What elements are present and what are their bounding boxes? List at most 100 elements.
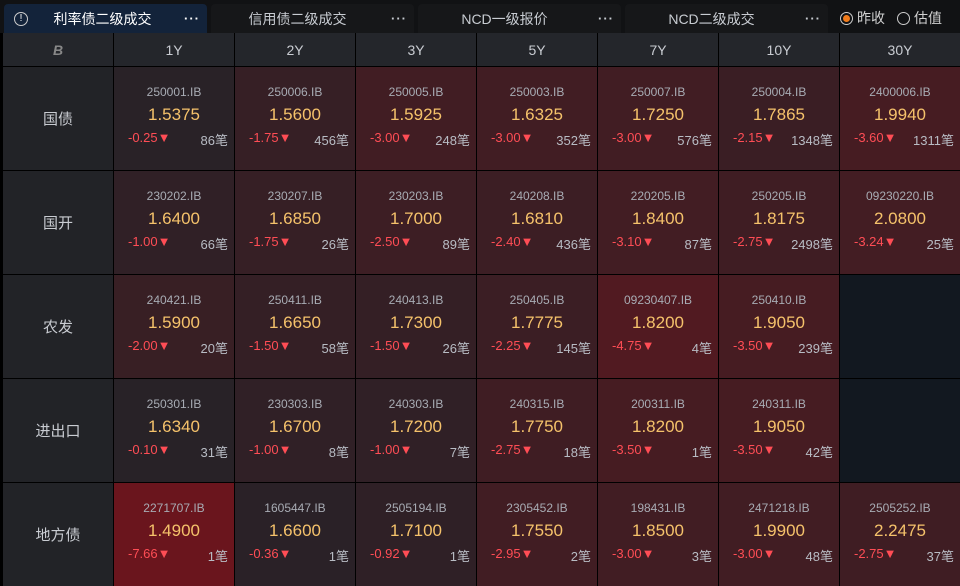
bond-cell[interactable]: 2505252.IB 2.2475 -2.75▼ 37笔 [840, 483, 960, 586]
bond-yield: 1.7100 [390, 521, 442, 540]
bond-cell[interactable]: 2471218.IB 1.9900 -3.00▼ 48笔 [719, 483, 839, 586]
bond-cell[interactable]: 240311.IB 1.9050 -3.50▼ 42笔 [719, 379, 839, 482]
bond-cell[interactable]: 250004.IB 1.7865 -2.15▼ 1348笔 [719, 67, 839, 170]
trade-count: 42笔 [805, 445, 833, 460]
yield-change-bp: -3.24▼ [854, 234, 897, 249]
bond-code: 240421.IB [146, 293, 202, 307]
more-icon[interactable]: ··· [798, 11, 828, 26]
bond-cell[interactable]: 250003.IB 1.6325 -3.00▼ 352笔 [477, 67, 597, 170]
bond-cell[interactable]: 250001.IB 1.5375 -0.25▼ 86笔 [114, 67, 234, 170]
bond-cell[interactable]: 2505194.IB 1.7100 -0.92▼ 1笔 [356, 483, 476, 586]
bond-cell[interactable]: 230202.IB 1.6400 -1.00▼ 66笔 [114, 171, 234, 274]
bond-code: 2505252.IB [869, 501, 931, 515]
bond-cell[interactable]: 230207.IB 1.6850 -1.75▼ 26笔 [235, 171, 355, 274]
bond-cell[interactable]: 250006.IB 1.5600 -1.75▼ 456笔 [235, 67, 355, 170]
bond-cell[interactable]: 220205.IB 1.8400 -3.10▼ 87笔 [598, 171, 718, 274]
bond-code: 2400006.IB [869, 85, 931, 99]
bond-cell[interactable]: 240208.IB 1.6810 -2.40▼ 436笔 [477, 171, 597, 274]
bond-cell[interactable]: 230303.IB 1.6700 -1.00▼ 8笔 [235, 379, 355, 482]
bond-code: 240303.IB [388, 397, 444, 411]
bond-code: 250411.IB [268, 293, 322, 307]
bond-cell[interactable]: 250007.IB 1.7250 -3.00▼ 576笔 [598, 67, 718, 170]
more-icon[interactable]: ··· [591, 11, 621, 26]
column-header-tenor[interactable]: 2Y [235, 33, 355, 66]
radio-valuation[interactable]: 估值 [897, 8, 942, 28]
cell-footer: -2.75▼ 37笔 [840, 546, 960, 565]
bond-yield: 1.7300 [390, 313, 442, 332]
bond-cell[interactable]: 200311.IB 1.8200 -3.50▼ 1笔 [598, 379, 718, 482]
bond-yield: 1.5375 [148, 105, 200, 124]
bond-code: 250007.IB [630, 85, 686, 99]
bond-cell[interactable]: 240315.IB 1.7750 -2.75▼ 18笔 [477, 379, 597, 482]
bond-yield: 1.8200 [632, 417, 684, 436]
row-label-bond-type: 进出口 [3, 379, 113, 482]
bond-yield: 1.9050 [753, 417, 805, 436]
yield-change-bp: -7.66▼ [128, 546, 171, 561]
trade-count: 87笔 [684, 237, 712, 252]
bond-cell[interactable]: 250005.IB 1.5925 -3.00▼ 248笔 [356, 67, 476, 170]
trade-count: 7笔 [449, 445, 470, 460]
bond-cell[interactable]: 2400006.IB 1.9940 -3.60▼ 1311笔 [840, 67, 960, 170]
bond-cell[interactable]: 09230220.IB 2.0800 -3.24▼ 25笔 [840, 171, 960, 274]
column-header-tenor[interactable]: 5Y [477, 33, 597, 66]
column-header-tenor[interactable]: 10Y [719, 33, 839, 66]
bond-cell[interactable]: 250205.IB 1.8175 -2.75▼ 2498笔 [719, 171, 839, 274]
bond-cell[interactable]: 1605447.IB 1.6600 -0.36▼ 1笔 [235, 483, 355, 586]
info-icon[interactable]: ! [14, 11, 28, 26]
bond-yield: 1.9900 [753, 521, 805, 540]
bond-code: 09230407.IB [623, 293, 693, 307]
trade-count: 1笔 [207, 549, 228, 564]
tab-rate-bond-secondary[interactable]: ! 利率债二级成交 ··· [4, 4, 207, 33]
column-header-tenor[interactable]: 3Y [356, 33, 476, 66]
bond-cell[interactable]: 2305452.IB 1.7550 -2.95▼ 2笔 [477, 483, 597, 586]
bond-code: 240311.IB [752, 397, 806, 411]
tab-ncd-secondary[interactable]: NCD二级成交 ··· [625, 4, 828, 33]
bond-cell[interactable]: 09230407.IB 1.8200 -4.75▼ 4笔 [598, 275, 718, 378]
column-header-tenor[interactable]: 30Y [840, 33, 960, 66]
bond-code: 240208.IB [509, 189, 565, 203]
bond-yield: 1.6850 [269, 209, 321, 228]
row-label-bond-type: 农发 [3, 275, 113, 378]
cell-footer: -1.00▼ 8笔 [235, 442, 355, 461]
bond-cell[interactable]: 240421.IB 1.5900 -2.00▼ 20笔 [114, 275, 234, 378]
bond-cell[interactable]: 240413.IB 1.7300 -1.50▼ 26笔 [356, 275, 476, 378]
radio-prev-close[interactable]: 昨收 [840, 8, 885, 28]
more-icon[interactable]: ··· [177, 11, 207, 26]
corner-logo: B [3, 33, 113, 66]
cell-footer: -3.50▼ 239笔 [719, 338, 839, 357]
bond-yield: 1.6700 [269, 417, 321, 436]
trade-count: 436笔 [556, 237, 591, 252]
yield-change-bp: -0.10▼ [128, 442, 171, 457]
bond-yield: 1.6325 [511, 105, 563, 124]
tab-credit-bond-secondary[interactable]: 信用债二级成交 ··· [211, 4, 414, 33]
column-header-tenor[interactable]: 7Y [598, 33, 718, 66]
radio-checked-icon [840, 11, 853, 25]
trade-count: 37笔 [926, 549, 954, 564]
cell-footer: -2.15▼ 1348笔 [719, 130, 839, 149]
yield-change-bp: -4.75▼ [612, 338, 655, 353]
column-header-tenor[interactable]: 1Y [114, 33, 234, 66]
bond-cell[interactable]: 198431.IB 1.8500 -3.00▼ 3笔 [598, 483, 718, 586]
bond-cell[interactable]: 240303.IB 1.7200 -1.00▼ 7笔 [356, 379, 476, 482]
yield-change-bp: -2.00▼ [128, 338, 171, 353]
cell-footer: -0.92▼ 1笔 [356, 546, 476, 565]
bond-cell[interactable]: 2271707.IB 1.4900 -7.66▼ 1笔 [114, 483, 234, 586]
cell-footer: -1.50▼ 58笔 [235, 338, 355, 357]
bond-code: 2271707.IB [143, 501, 205, 515]
bond-cell[interactable]: 230203.IB 1.7000 -2.50▼ 89笔 [356, 171, 476, 274]
bond-yield: 1.5600 [269, 105, 321, 124]
tab-ncd-primary-quote[interactable]: NCD一级报价 ··· [418, 4, 621, 33]
radio-label: 昨收 [857, 10, 885, 26]
bond-yield: 1.6810 [511, 209, 563, 228]
bond-code: 250205.IB [751, 189, 807, 203]
yield-change-bp: -0.92▼ [370, 546, 413, 561]
more-icon[interactable]: ··· [384, 11, 414, 26]
bond-yield: 1.5925 [390, 105, 442, 124]
trade-count: 25笔 [926, 237, 954, 252]
bond-cell[interactable]: 250411.IB 1.6650 -1.50▼ 58笔 [235, 275, 355, 378]
bond-cell[interactable]: 250410.IB 1.9050 -3.50▼ 239笔 [719, 275, 839, 378]
bond-cell[interactable]: 250405.IB 1.7775 -2.25▼ 145笔 [477, 275, 597, 378]
bond-cell[interactable]: 250301.IB 1.6340 -0.10▼ 31笔 [114, 379, 234, 482]
yield-change-bp: -3.50▼ [612, 442, 655, 457]
bond-yield: 1.6340 [148, 417, 200, 436]
